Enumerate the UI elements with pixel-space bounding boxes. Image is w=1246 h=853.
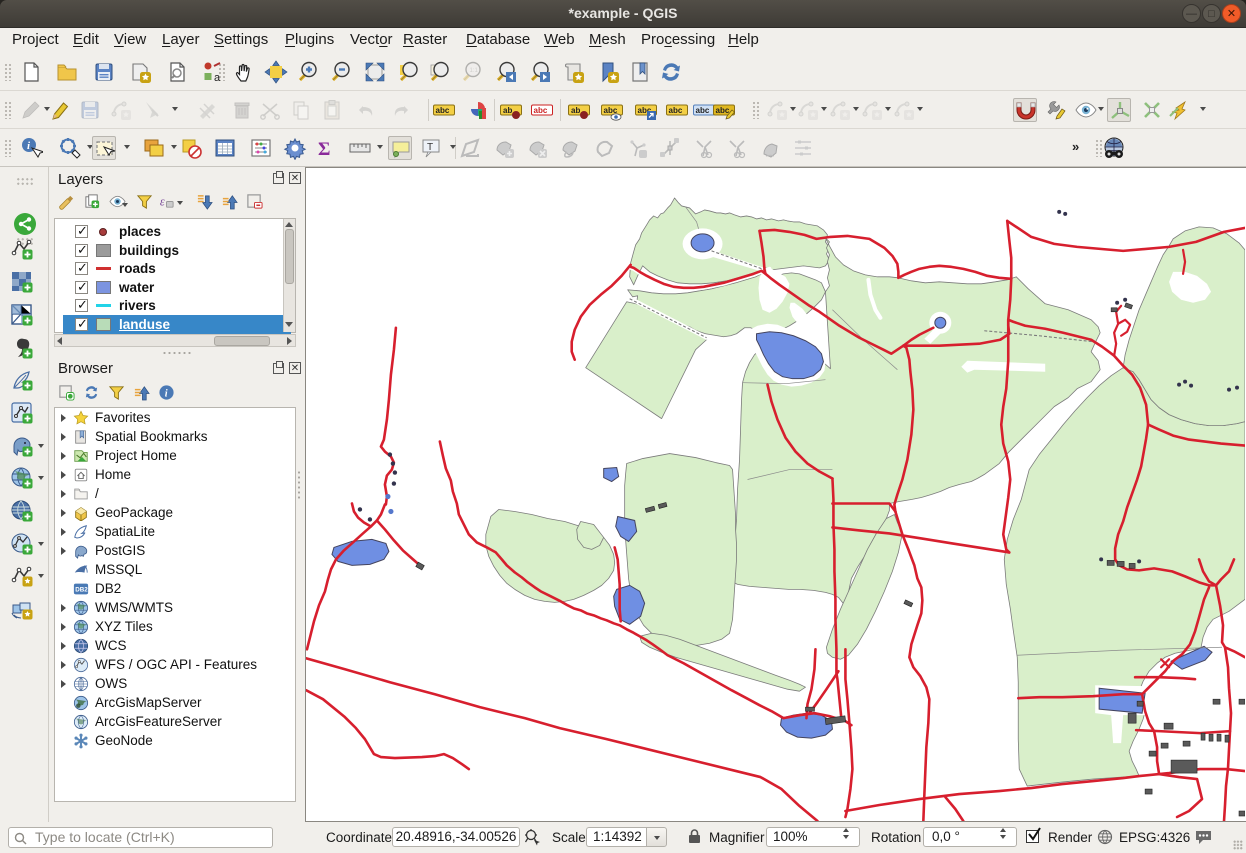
svg-text:ab: ab bbox=[503, 106, 512, 115]
svg-text:a: a bbox=[214, 72, 221, 84]
svg-text:abc: abc bbox=[534, 106, 548, 115]
svg-text:abc: abc bbox=[436, 106, 450, 115]
svg-text:Σ: Σ bbox=[318, 139, 330, 160]
svg-text:1:1: 1:1 bbox=[470, 68, 479, 74]
svg-text:i: i bbox=[165, 388, 168, 399]
svg-text:DB2: DB2 bbox=[75, 586, 88, 593]
svg-text:T: T bbox=[427, 142, 433, 153]
svg-text:ε: ε bbox=[160, 194, 165, 208]
svg-text:abc: abc bbox=[696, 106, 710, 115]
svg-text:abc: abc bbox=[716, 106, 730, 115]
svg-text:ab: ab bbox=[571, 106, 580, 115]
svg-text:abc: abc bbox=[669, 106, 683, 115]
